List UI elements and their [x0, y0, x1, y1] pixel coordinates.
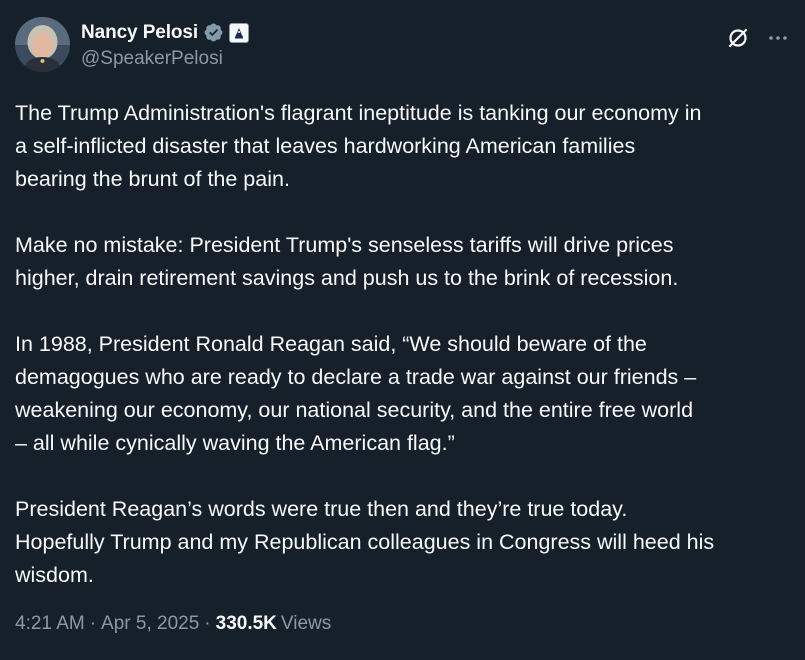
- avatar[interactable]: [15, 17, 70, 72]
- tweet-text: The Trump Administration's flagrant inep…: [15, 97, 800, 592]
- tweet-paragraph: President Reagan’s words were true then …: [15, 497, 715, 587]
- verified-badge-icon[interactable]: [203, 22, 224, 43]
- us-government-badge-icon[interactable]: [229, 22, 250, 43]
- separator-dot: ·: [204, 613, 211, 634]
- tweet-metadata: 4:21 AM · Apr 5, 2025 · 330.5K Views: [15, 613, 331, 635]
- author-display-name[interactable]: Nancy Pelosi: [81, 22, 198, 44]
- tweet-paragraph: Make no mistake: President Trump's sense…: [15, 233, 679, 290]
- views-label: Views: [280, 613, 332, 634]
- grok-icon[interactable]: [726, 26, 750, 50]
- views-count[interactable]: 330.5K: [216, 613, 277, 635]
- tweet-header: Nancy Pelosi @SpeakerPelosi: [15, 17, 790, 73]
- author-handle[interactable]: @SpeakerPelosi: [81, 48, 249, 70]
- tweet-time[interactable]: 4:21 AM: [15, 613, 85, 635]
- author-info: Nancy Pelosi @SpeakerPelosi: [81, 21, 250, 70]
- author-name-row: Nancy Pelosi: [81, 21, 250, 44]
- tweet-date[interactable]: Apr 5, 2025: [101, 613, 199, 635]
- tweet-paragraph: The Trump Administration's flagrant inep…: [15, 101, 702, 191]
- tweet-paragraph: In 1988, President Ronald Reagan said, “…: [15, 332, 697, 455]
- separator-dot: ·: [89, 613, 97, 634]
- more-options-icon[interactable]: [766, 26, 790, 50]
